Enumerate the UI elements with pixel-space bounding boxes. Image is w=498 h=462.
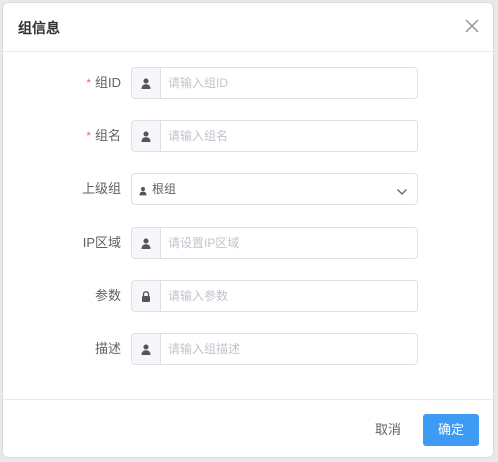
group-name-field (131, 120, 418, 152)
confirm-button[interactable]: 确定 (423, 414, 479, 446)
ip-range-label: IP区域 (82, 235, 121, 250)
user-icon (132, 68, 161, 98)
user-icon (132, 121, 161, 151)
dialog-header: 组信息 (3, 3, 493, 52)
dialog-footer: 取消 确定 (3, 399, 493, 457)
user-icon (132, 228, 161, 258)
parent-group-select[interactable]: 根组 (131, 173, 418, 205)
form-row-group-id: * 组ID (3, 67, 493, 99)
description-input[interactable] (168, 334, 408, 364)
lock-icon (132, 281, 161, 311)
description-label: 描述 (94, 341, 121, 356)
group-id-field (131, 67, 418, 99)
parent-group-label: 上级组 (81, 181, 121, 196)
cancel-button[interactable]: 取消 (358, 414, 418, 446)
chevron-down-icon[interactable] (396, 184, 408, 202)
required-mark: * (86, 76, 91, 90)
ip-range-input[interactable] (168, 228, 408, 258)
group-name-label: * 组名 (86, 128, 121, 143)
dialog-title: 组信息 (18, 20, 60, 36)
params-input[interactable] (168, 281, 408, 311)
description-field (131, 333, 418, 365)
form-row-group-name: * 组名 (3, 120, 493, 152)
user-icon (132, 334, 161, 364)
close-icon[interactable] (463, 17, 481, 35)
form-row-parent-group: 上级组 根组 (3, 173, 493, 205)
ip-range-field (131, 227, 418, 259)
params-field (131, 280, 418, 312)
form-row-params: 参数 (3, 280, 493, 312)
parent-group-value: 根组 (152, 182, 177, 196)
group-id-label: * 组ID (86, 75, 121, 90)
group-info-dialog: 组信息 *组ID *组名 (2, 2, 494, 458)
required-mark: * (86, 129, 91, 143)
group-name-input[interactable] (168, 121, 408, 151)
user-icon (139, 183, 147, 201)
params-label: 参数 (94, 288, 121, 303)
form-row-description: 描述 (3, 333, 493, 365)
group-id-input[interactable] (168, 68, 408, 98)
form-row-ip-range: IP区域 (3, 227, 493, 259)
